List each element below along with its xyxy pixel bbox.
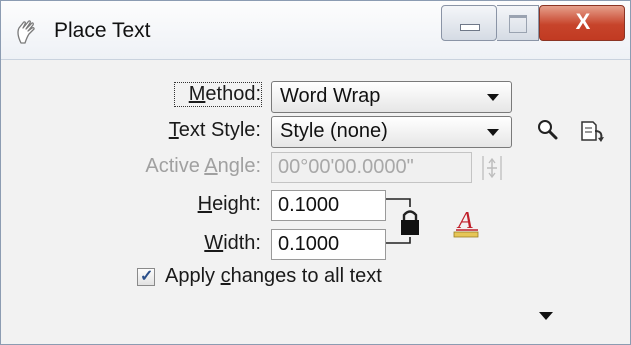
checkmark-icon: ✓: [140, 268, 154, 285]
magnifier-icon[interactable]: [536, 118, 560, 142]
active-angle-field[interactable]: 00°00'00.0000": [271, 152, 472, 183]
chevron-down-icon[interactable]: [539, 312, 553, 320]
hand-place-text-icon: [15, 19, 39, 45]
width-label: Width:: [204, 232, 261, 254]
method-dropdown[interactable]: Word Wrap: [271, 81, 512, 113]
spinner-icon[interactable]: [479, 153, 505, 183]
maximize-button[interactable]: [497, 5, 539, 41]
apply-changes-label: Apply changes to all text: [165, 265, 382, 287]
chevron-down-icon: [487, 94, 499, 101]
padlock-icon[interactable]: [384, 191, 420, 253]
window-title: Place Text: [54, 19, 151, 42]
height-value: 0.1000: [278, 194, 340, 216]
method-value: Word Wrap: [280, 85, 381, 107]
chevron-down-icon: [487, 129, 499, 136]
title-bar[interactable]: Place Text X: [1, 1, 630, 60]
text-style-manager-icon[interactable]: [578, 117, 606, 145]
text-style-label: Text Style:: [168, 119, 261, 141]
minimize-icon: [460, 24, 480, 31]
text-attributes-icon[interactable]: A: [451, 206, 481, 240]
height-field[interactable]: 0.1000: [271, 190, 386, 221]
active-angle-value: 00°00'00.0000": [278, 156, 414, 178]
width-value: 0.1000: [278, 233, 340, 255]
active-angle-label: Active Angle:: [145, 155, 261, 177]
close-icon: X: [575, 9, 591, 34]
minimize-button[interactable]: [441, 5, 497, 41]
width-field[interactable]: 0.1000: [271, 229, 386, 260]
maximize-icon: [509, 15, 527, 33]
method-label: Method:: [174, 82, 262, 107]
height-label: Height:: [197, 193, 261, 215]
place-text-window: Place Text X Method: Word Wrap Text Styl…: [0, 0, 631, 345]
apply-changes-checkbox[interactable]: ✓: [137, 268, 155, 286]
text-style-value: Style (none): [280, 120, 388, 142]
text-style-dropdown[interactable]: Style (none): [271, 116, 512, 148]
close-button[interactable]: X: [539, 5, 625, 41]
